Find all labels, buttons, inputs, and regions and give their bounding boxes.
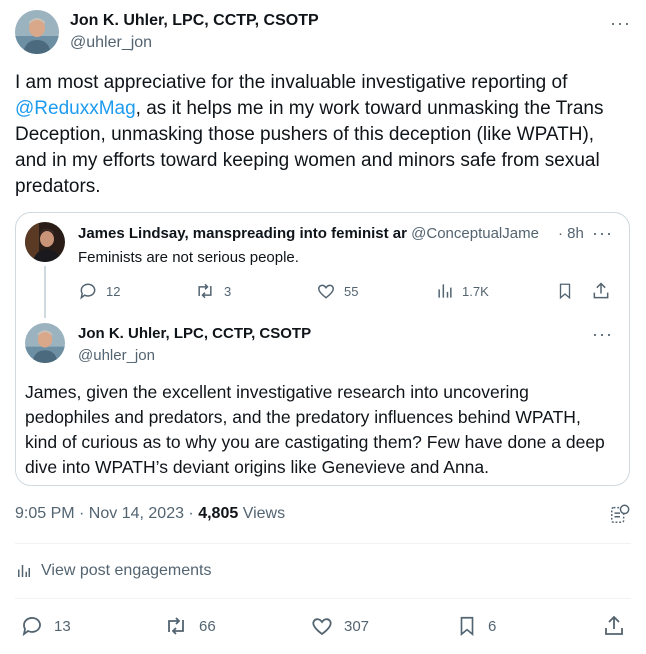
grok-analyze-icon[interactable] (609, 503, 631, 525)
repost-icon (168, 617, 184, 635)
quoted-views-count: 1.7K (462, 283, 489, 299)
quoted-reply-name[interactable]: Jon K. Uhler, LPC, CCTP, CSOTP (78, 325, 311, 342)
quoted-parent-more-icon[interactable]: ··· (592, 224, 613, 242)
reply-count: 13 (54, 617, 71, 635)
quoted-reply-handle[interactable]: @uhler_jon (78, 347, 155, 364)
repost-icon (198, 283, 212, 299)
quoted-parent-time[interactable]: · 8h (556, 225, 584, 242)
thread-connector-line (44, 266, 46, 318)
bookmark-icon (460, 616, 474, 637)
bookmark-icon[interactable] (556, 281, 574, 301)
engagements-chart-icon (18, 565, 30, 577)
tweet-text: I am most appreciative for the invaluabl… (15, 70, 627, 200)
quoted-like-action[interactable]: 55 (316, 281, 358, 301)
more-options-icon[interactable]: ··· (610, 14, 631, 32)
reply-icon (80, 283, 96, 300)
post-meta: 9:05 PM · Nov 14, 2023 · 4,805 Views (15, 505, 285, 523)
heart-icon (312, 618, 332, 636)
share-icon[interactable] (602, 614, 626, 638)
repost-action[interactable]: 66 (163, 614, 216, 638)
quoted-parent-name[interactable]: James Lindsay, manspreading into feminis… (78, 225, 407, 242)
quoted-repost-action[interactable]: 3 (194, 281, 231, 301)
views-label: Views (238, 505, 286, 522)
author-name[interactable]: Jon K. Uhler, LPC, CCTP, CSOTP (70, 12, 319, 30)
avatar-image (15, 10, 59, 54)
view-engagements-label: View post engagements (41, 562, 212, 579)
views-chart-icon (438, 284, 452, 298)
tweet-text-start: I am most appreciative for the invaluabl… (15, 72, 568, 93)
views-count: 4,805 (198, 505, 239, 522)
post-timestamp[interactable]: 9:05 PM · Nov 14, 2023 · (15, 505, 198, 522)
bookmark-action[interactable]: 6 (456, 614, 496, 638)
reply-icon (22, 617, 41, 637)
quoted-repost-count: 3 (224, 283, 232, 299)
share-icon[interactable] (591, 281, 611, 301)
quoted-parent-handle[interactable]: @ConceptualJame (411, 225, 539, 242)
quoted-parent-header: James Lindsay, manspreading into feminis… (78, 225, 583, 242)
heart-icon (317, 284, 335, 299)
view-engagements-link[interactable]: View post engagements (15, 562, 211, 580)
author-avatar[interactable] (15, 10, 59, 54)
quoted-like-count: 55 (344, 283, 359, 299)
quoted-reply-count: 12 (106, 283, 121, 299)
reply-action[interactable]: 13 (20, 614, 71, 638)
author-handle[interactable]: @uhler_jon (70, 34, 152, 52)
divider-bottom (15, 598, 631, 599)
repost-count: 66 (199, 617, 216, 635)
quoted-parent-avatar[interactable] (25, 222, 65, 262)
bookmark-count: 6 (488, 617, 497, 635)
avatar-image (25, 323, 65, 363)
quoted-views-action[interactable]: 1.7K (436, 281, 489, 301)
avatar-image (25, 222, 65, 262)
quoted-reply-avatar[interactable] (25, 323, 65, 363)
quoted-reply-more-icon[interactable]: ··· (592, 325, 613, 343)
quoted-parent-text: Feminists are not serious people. (78, 249, 299, 266)
divider-top (15, 543, 631, 544)
quoted-reply-text: James, given the excellent investigative… (25, 382, 605, 477)
like-count: 307 (344, 617, 370, 635)
like-action[interactable]: 307 (310, 614, 369, 638)
mention-link[interactable]: @ReduxxMag (15, 98, 136, 119)
quoted-reply-action[interactable]: 12 (78, 281, 120, 301)
